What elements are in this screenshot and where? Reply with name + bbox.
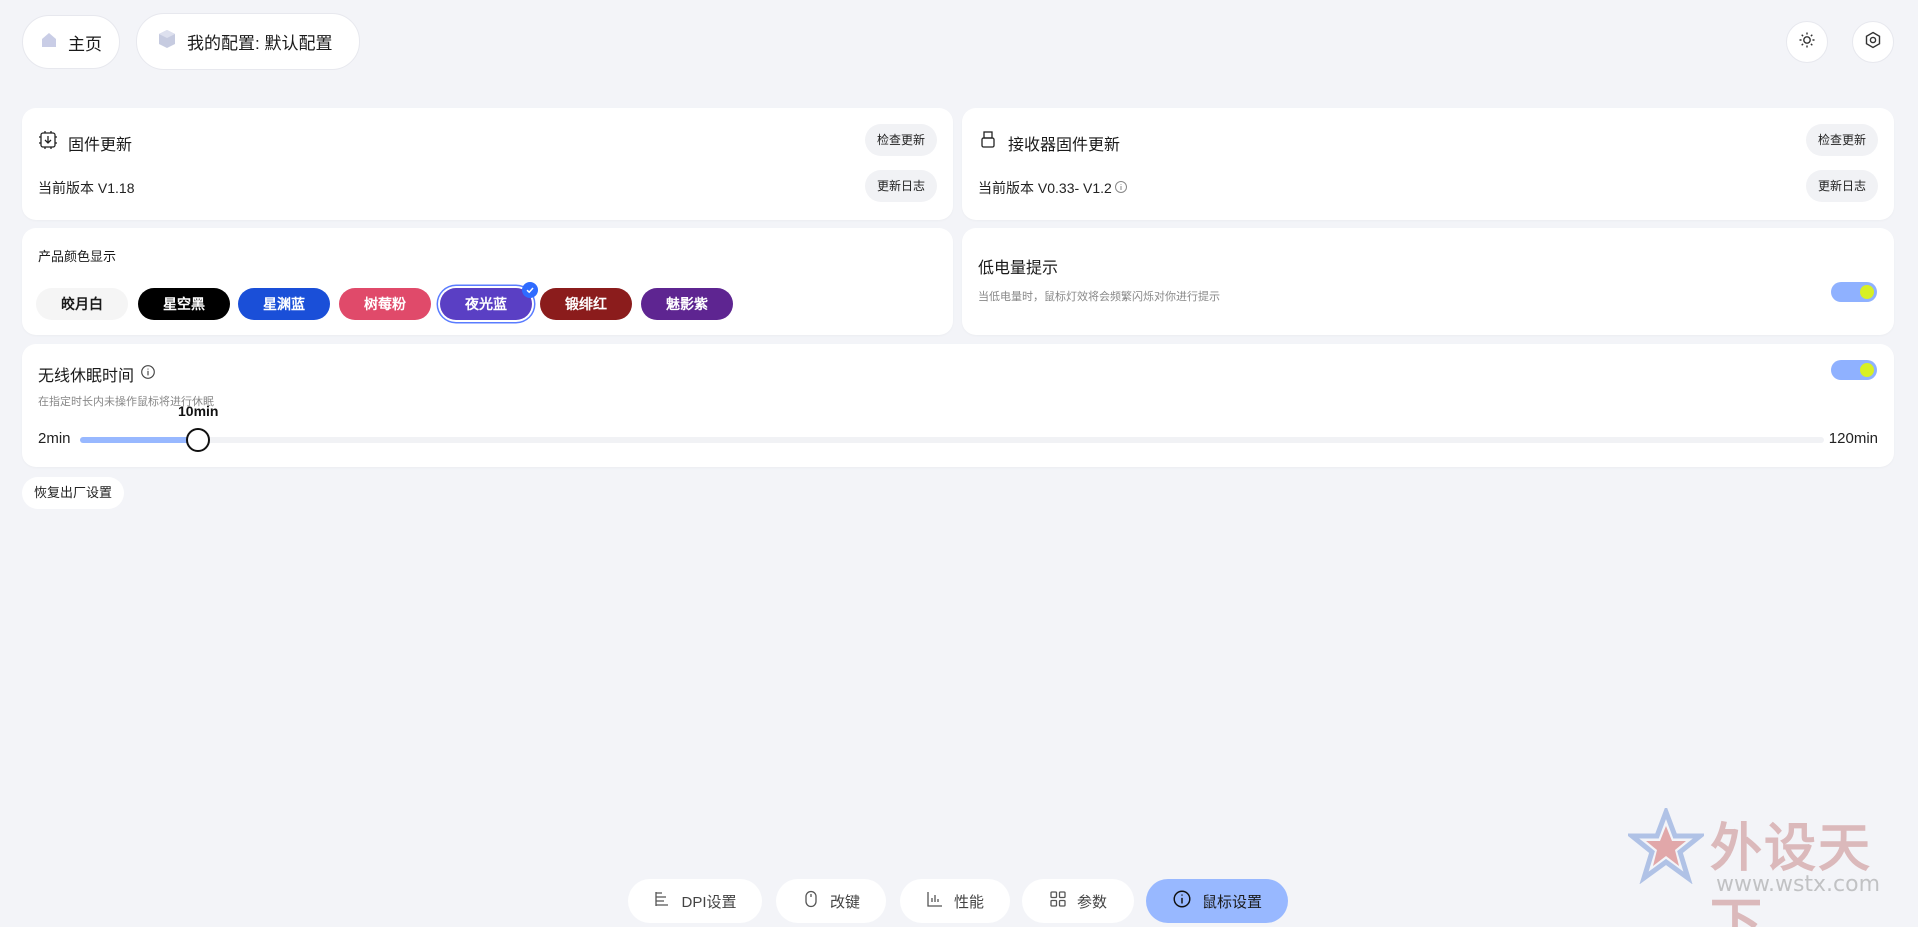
chip-download-icon bbox=[38, 130, 58, 155]
color-chip[interactable]: 夜光蓝 bbox=[440, 282, 538, 320]
watermark: 外设天下 www.wstx.com bbox=[1624, 804, 1910, 927]
home-label: 主页 bbox=[68, 34, 102, 54]
watermark-text: 外设天下 bbox=[1710, 820, 1873, 927]
sleep-info-icon[interactable] bbox=[140, 364, 156, 385]
sleep-slider-value: 10min bbox=[178, 403, 219, 419]
nav-item[interactable]: 鼠标设置 bbox=[1146, 879, 1288, 923]
cube-icon bbox=[157, 29, 177, 54]
nav-item[interactable]: DPI设置 bbox=[628, 879, 762, 923]
config-label: 我的配置: 默认配置 bbox=[187, 34, 333, 53]
chart-icon bbox=[926, 890, 944, 912]
firmware-card: 固件更新 检查更新 当前版本 V1.18 更新日志 bbox=[22, 108, 953, 220]
color-chip[interactable]: 星渊蓝 bbox=[238, 288, 330, 320]
low-battery-card: 低电量提示 当低电量时，鼠标灯效将会频繁闪烁对你进行提示 bbox=[962, 228, 1894, 335]
toggle-knob bbox=[1860, 285, 1874, 299]
settings-button[interactable] bbox=[1852, 21, 1894, 63]
firmware-changelog-button[interactable]: 更新日志 bbox=[864, 170, 937, 202]
receiver-title: 接收器固件更新 bbox=[978, 130, 1120, 155]
sleep-slider-track[interactable]: 10min bbox=[80, 403, 1824, 452]
home-icon bbox=[40, 31, 58, 54]
receiver-check-update-button[interactable]: 检查更新 bbox=[1805, 124, 1878, 156]
sleep-slider-thumb[interactable] bbox=[186, 428, 211, 452]
factory-reset-button[interactable]: 恢复出厂设置 bbox=[22, 477, 125, 509]
sleep-card: 无线休眠时间 在指定时长内未操作鼠标将进行休眠 2min 120min 10mi… bbox=[22, 344, 1894, 467]
nav-item[interactable]: 性能 bbox=[900, 879, 1010, 923]
grid-icon bbox=[1049, 890, 1067, 912]
nav-item[interactable]: 改键 bbox=[776, 879, 886, 923]
receiver-version: 当前版本 V0.33- V1.2 bbox=[978, 178, 1128, 198]
nav-item-label: 鼠标设置 bbox=[1201, 893, 1262, 911]
firmware-title: 固件更新 bbox=[38, 130, 132, 155]
config-selector[interactable]: 我的配置: 默认配置 bbox=[136, 13, 360, 70]
nav-item-label: 性能 bbox=[953, 893, 984, 911]
color-chip[interactable]: 魅影紫 bbox=[641, 288, 733, 320]
sleep-slider-fill bbox=[80, 437, 199, 443]
mouse-icon bbox=[802, 890, 820, 912]
nav-item[interactable]: 参数 bbox=[1022, 879, 1134, 923]
low-battery-title: 低电量提示 bbox=[978, 260, 1059, 277]
receiver-card: 接收器固件更新 检查更新 当前版本 V0.33- V1.2 更新日志 bbox=[962, 108, 1894, 220]
info-icon[interactable] bbox=[1114, 180, 1128, 197]
dpi-icon bbox=[653, 890, 671, 912]
sun-icon bbox=[1798, 31, 1816, 54]
sleep-title: 无线休眠时间 bbox=[38, 362, 156, 386]
low-battery-toggle[interactable] bbox=[1831, 282, 1877, 302]
color-chip[interactable]: 锻绯红 bbox=[540, 288, 632, 320]
color-chip[interactable]: 皎月白 bbox=[36, 288, 128, 320]
firmware-version: 当前版本 V1.18 bbox=[38, 180, 135, 196]
check-icon bbox=[522, 282, 538, 298]
gear-icon bbox=[1864, 31, 1882, 54]
firmware-check-update-button[interactable]: 检查更新 bbox=[864, 124, 937, 156]
watermark-star-logo bbox=[1624, 804, 1708, 889]
home-button[interactable]: 主页 bbox=[22, 15, 120, 69]
low-battery-desc: 当低电量时，鼠标灯效将会频繁闪烁对你进行提示 bbox=[978, 291, 1220, 303]
watermark-url: www.wstx.com bbox=[1716, 872, 1881, 897]
toggle-knob bbox=[1860, 363, 1874, 377]
color-chip[interactable]: 星空黑 bbox=[138, 288, 230, 320]
sleep-toggle[interactable] bbox=[1831, 360, 1877, 380]
nav-item-label: DPI设置 bbox=[681, 893, 737, 911]
nav-item-label: 参数 bbox=[1076, 893, 1107, 911]
theme-toggle-button[interactable] bbox=[1786, 21, 1828, 63]
receiver-changelog-button[interactable]: 更新日志 bbox=[1805, 170, 1878, 202]
slider-max-label: 120min bbox=[1828, 430, 1878, 447]
info-icon bbox=[1172, 889, 1192, 913]
nav-item-label: 改键 bbox=[829, 893, 860, 911]
product-color-card: 产品颜色显示 皎月白 星空黑 星渊蓝 树莓粉 夜光蓝 锻绯红 魅影紫 bbox=[22, 228, 953, 335]
product-color-title: 产品颜色显示 bbox=[38, 249, 117, 264]
usb-receiver-icon bbox=[978, 130, 998, 155]
slider-min-label: 2min bbox=[38, 430, 71, 447]
color-chip[interactable]: 树莓粉 bbox=[339, 288, 431, 320]
